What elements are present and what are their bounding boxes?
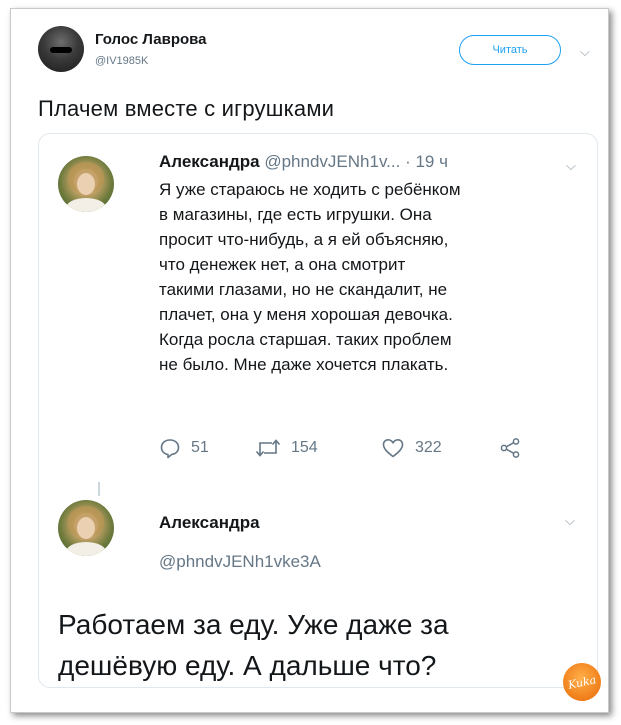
quoted-text-line: в магазины, где есть игрушки. Она	[159, 205, 432, 224]
like-count: 322	[415, 439, 442, 456]
quoted-author-handle[interactable]: @phndvJENh1v...	[264, 152, 400, 171]
reply-text-line: дешёвую еду. А дальше что?	[58, 650, 437, 681]
sunglasses-shape	[50, 47, 72, 53]
author-name[interactable]: Голос Лаврова	[95, 31, 207, 48]
tweet-text: Плачем вместе с игрушками	[38, 96, 335, 121]
author-handle[interactable]: @IV1985K	[95, 55, 148, 67]
quoted-text-line: плачет, она у меня хорошая девочка.	[159, 305, 453, 324]
reply-count: 51	[191, 439, 209, 456]
reply-author-name[interactable]: Александра	[159, 513, 260, 533]
avatar-shirt	[66, 542, 106, 556]
reply-author-handle[interactable]: @phndvJENh1vke3A	[159, 552, 321, 572]
quoted-tweet-text: Я уже стараюсь не ходить с ребёнком в ма…	[159, 177, 579, 377]
reply-author-avatar[interactable]	[58, 500, 114, 556]
retweet-count: 154	[291, 439, 318, 456]
chevron-down-icon[interactable]: ⌵	[566, 158, 576, 174]
reply-text-line: Работаем за еду. Уже даже за	[58, 609, 449, 640]
avatar-face	[77, 173, 95, 195]
retweet-icon	[255, 439, 281, 457]
quoted-header: Александра @phndvJENh1v... · 19 ч	[159, 152, 448, 172]
retweet-button[interactable]: 154	[255, 437, 318, 459]
follow-button[interactable]: Читать	[459, 35, 561, 65]
share-button[interactable]	[499, 437, 521, 459]
chevron-down-icon[interactable]: ⌵	[565, 513, 575, 529]
like-button[interactable]: 322	[381, 437, 442, 459]
reply-text: Работаем за еду. Уже даже за дешёвую еду…	[58, 604, 578, 686]
chevron-down-icon[interactable]: ⌵	[580, 44, 590, 60]
quoted-text-line: не было. Мне даже хочется плакать.	[159, 355, 449, 374]
thread-connector	[98, 482, 100, 496]
quoted-text-line: просит что-нибудь, а я ей объясняю,	[159, 230, 449, 249]
quoted-author-avatar[interactable]	[58, 156, 114, 212]
quoted-author-name[interactable]: Александра	[159, 152, 260, 171]
author-avatar[interactable]	[38, 26, 84, 72]
reply-icon	[160, 439, 180, 459]
quoted-text-line: что денежек нет, а она смотрит	[159, 255, 406, 274]
heart-icon	[382, 439, 404, 458]
avatar-face	[77, 517, 95, 539]
avatar-shirt	[66, 198, 106, 212]
quoted-text-line: такими глазами, но не скандалит, не	[159, 280, 448, 299]
quoted-timestamp[interactable]: · 19 ч	[405, 152, 448, 171]
quoted-text-line: Я уже стараюсь не ходить с ребёнком	[159, 180, 461, 199]
share-icon	[500, 438, 520, 458]
quoted-text-line: Когда росла старшая. таких проблем	[159, 330, 452, 349]
reply-button[interactable]: 51	[159, 437, 209, 459]
